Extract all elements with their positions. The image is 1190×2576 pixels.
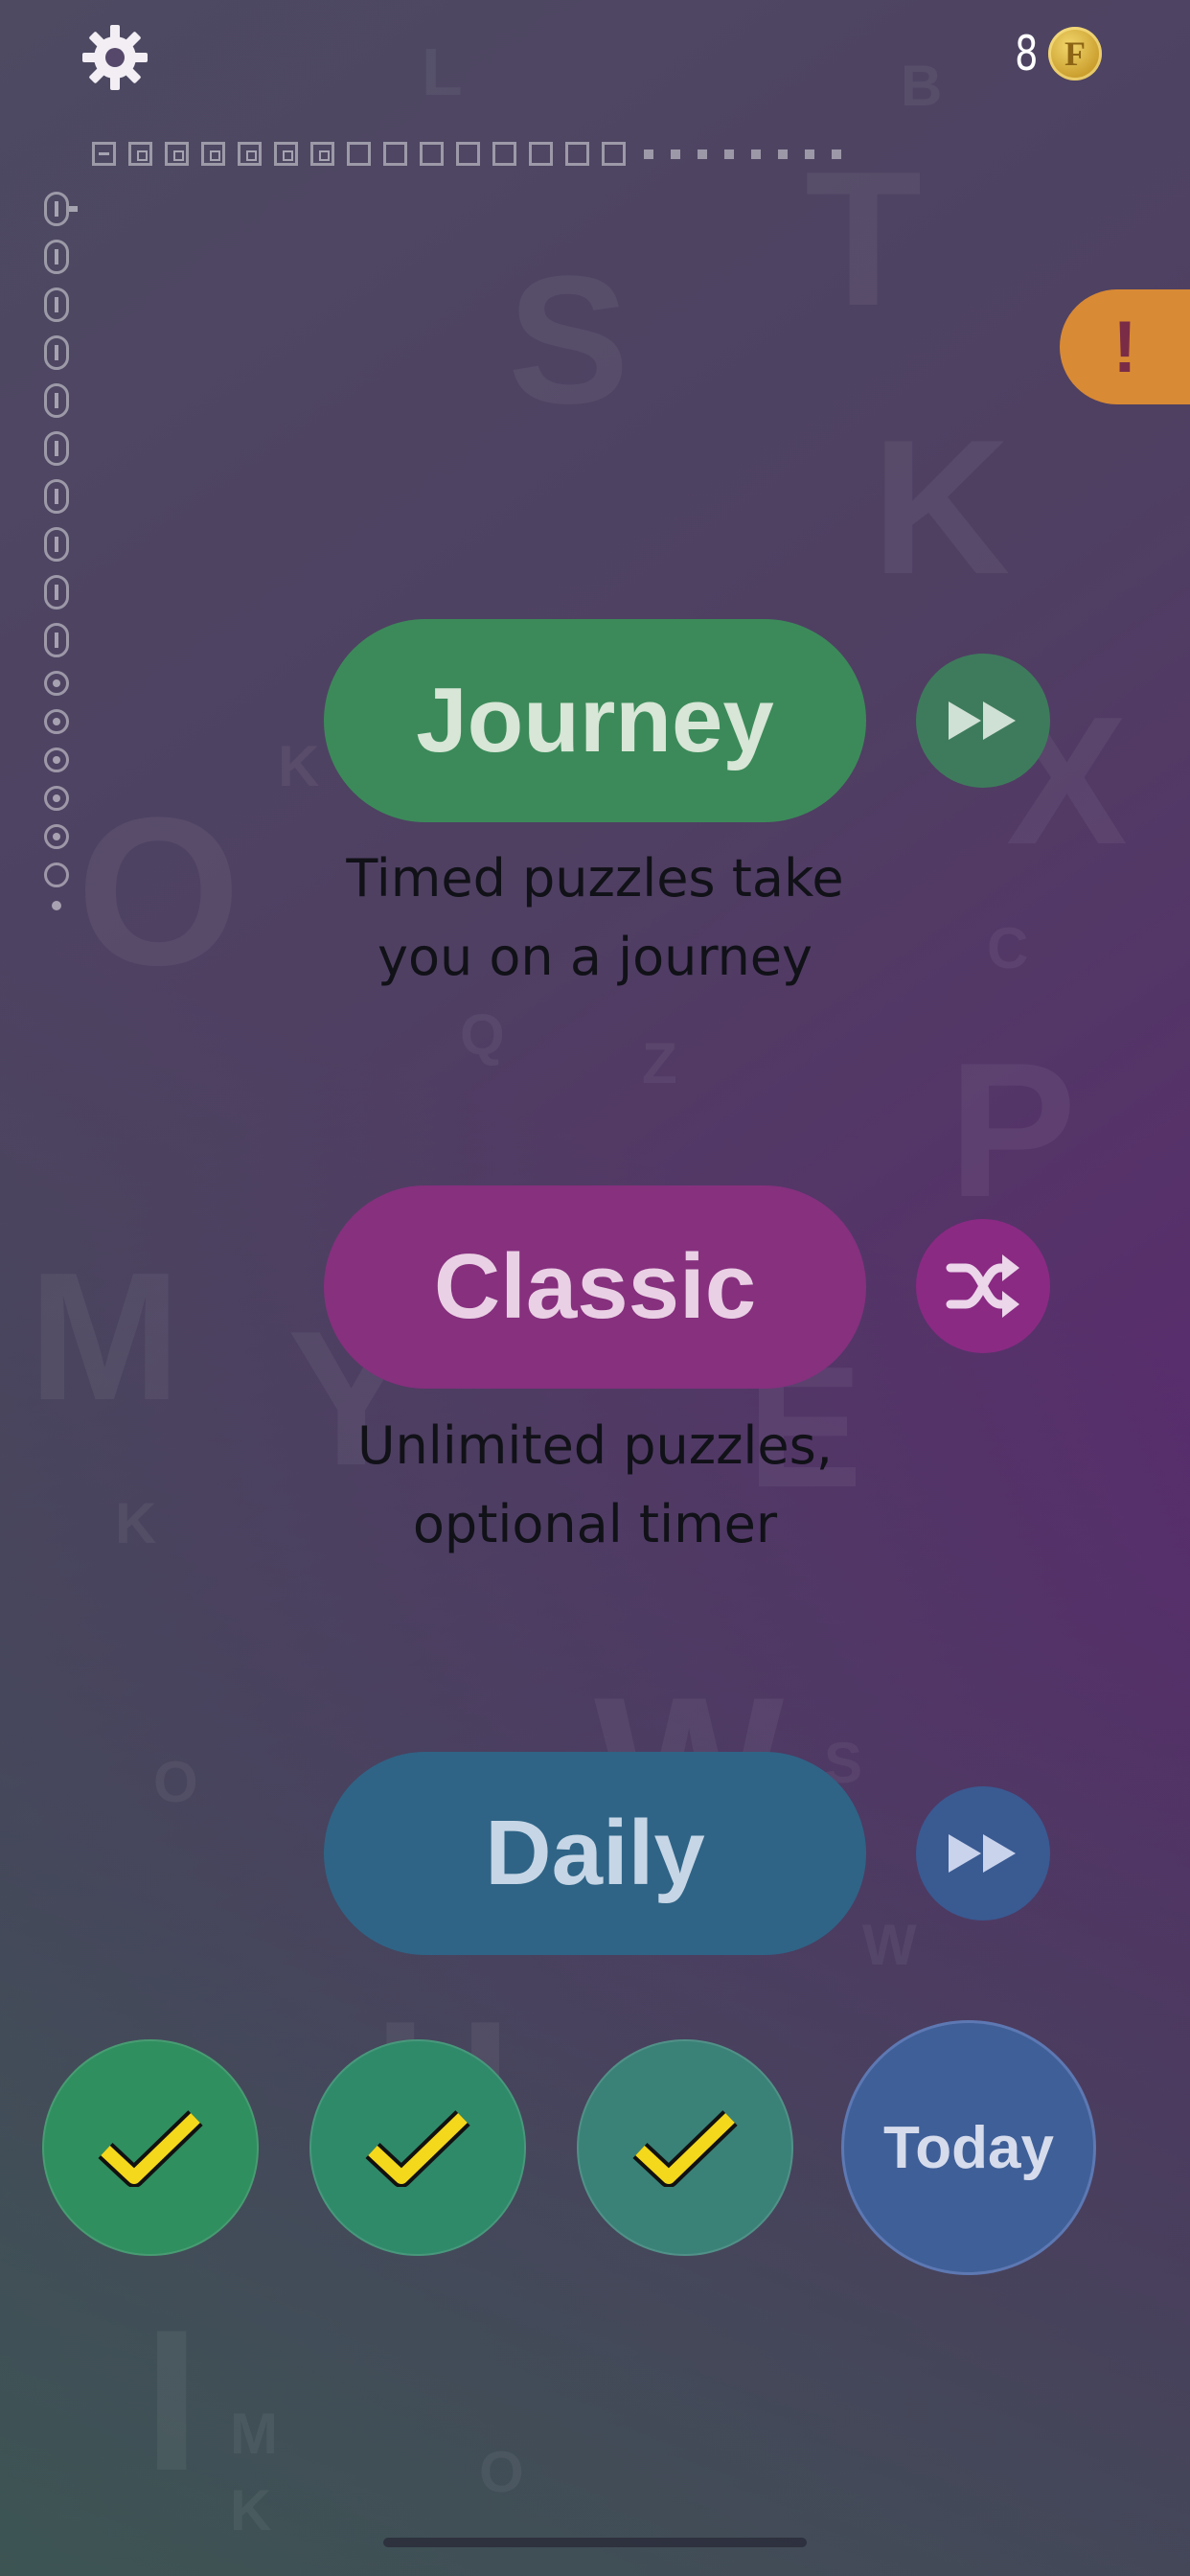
- settings-gear-icon[interactable]: [80, 23, 149, 92]
- progress-dot: [52, 901, 61, 910]
- progress-square: [602, 142, 626, 166]
- progress-square: [201, 142, 225, 166]
- journey-description-line1: Timed puzzles take: [346, 848, 844, 908]
- progress-square: [274, 142, 298, 166]
- coin-count: 8: [1015, 26, 1039, 81]
- progress-dot: [671, 149, 680, 159]
- progress-circle: [44, 709, 69, 734]
- progress-pill: [44, 288, 69, 322]
- progress-square: [92, 142, 116, 166]
- progress-pill: [44, 335, 69, 370]
- daily-day-completed[interactable]: [309, 2039, 526, 2256]
- progress-pill: [44, 240, 69, 274]
- classic-label: Classic: [433, 1235, 757, 1338]
- progress-dot: [778, 149, 788, 159]
- progress-square: [456, 142, 480, 166]
- coin-icon: F: [1048, 27, 1102, 80]
- fast-forward-icon: [949, 702, 1016, 740]
- journey-button[interactable]: Journey: [324, 619, 866, 822]
- progress-pill: [44, 192, 78, 226]
- progress-dot: [644, 149, 653, 159]
- journey-label: Journey: [416, 669, 774, 771]
- progress-pill: [44, 527, 69, 562]
- progress-pill: [44, 623, 69, 657]
- classic-description-line2: optional timer: [412, 1494, 778, 1554]
- progress-dot: [805, 149, 814, 159]
- fast-forward-icon: [949, 1834, 1016, 1873]
- progress-circle: [44, 862, 69, 887]
- journey-progress-horizontal: [92, 142, 841, 166]
- classic-shuffle-button[interactable]: [916, 1219, 1050, 1353]
- daily-fast-forward-button[interactable]: [916, 1786, 1050, 1920]
- journey-description-line2: you on a journey: [378, 927, 812, 987]
- checkmark-icon: [365, 2110, 470, 2187]
- journey-fast-forward-button[interactable]: [916, 654, 1050, 788]
- checkmark-icon: [98, 2110, 203, 2187]
- progress-dots: [644, 149, 841, 159]
- journey-description: Timed puzzles take you on a journey: [287, 840, 903, 997]
- classic-description-line1: Unlimited puzzles,: [357, 1415, 833, 1476]
- progress-dot: [724, 149, 734, 159]
- progress-square: [128, 142, 152, 166]
- progress-pill: [44, 575, 69, 610]
- today-label: Today: [883, 2114, 1054, 2181]
- progress-dot: [832, 149, 841, 159]
- progress-circle: [44, 671, 69, 696]
- progress-square: [310, 142, 334, 166]
- coin-symbol: F: [1064, 34, 1086, 73]
- progress-square: [383, 142, 407, 166]
- daily-today-button[interactable]: Today: [841, 2020, 1096, 2275]
- progress-square: [529, 142, 553, 166]
- journey-progress-vertical: [44, 192, 78, 910]
- classic-button[interactable]: Classic: [324, 1185, 866, 1389]
- alert-exclamation-icon: !: [1112, 306, 1137, 388]
- alert-tab[interactable]: !: [1060, 289, 1190, 404]
- progress-circle: [44, 824, 69, 849]
- progress-dot: [698, 149, 707, 159]
- classic-description: Unlimited puzzles, optional timer: [287, 1407, 903, 1564]
- progress-circle: [44, 748, 69, 772]
- daily-button[interactable]: Daily: [324, 1752, 866, 1955]
- daily-label: Daily: [485, 1802, 705, 1904]
- daily-day-completed[interactable]: [42, 2039, 259, 2256]
- daily-day-completed[interactable]: [577, 2039, 793, 2256]
- progress-dot: [751, 149, 761, 159]
- progress-circle: [44, 786, 69, 811]
- progress-square: [565, 142, 589, 166]
- progress-pill: [44, 383, 69, 418]
- progress-square: [420, 142, 444, 166]
- progress-square: [347, 142, 371, 166]
- progress-square: [238, 142, 262, 166]
- progress-square: [165, 142, 189, 166]
- home-indicator: [383, 2538, 807, 2547]
- progress-pill: [44, 479, 69, 514]
- coin-balance[interactable]: 8 F: [1013, 27, 1102, 80]
- progress-square: [492, 142, 516, 166]
- shuffle-icon: [946, 1254, 1019, 1318]
- checkmark-icon: [632, 2110, 738, 2187]
- progress-pill: [44, 431, 69, 466]
- home-screen: S T K O X P M Y E W H I L B K Q Z C K O …: [0, 0, 1190, 2576]
